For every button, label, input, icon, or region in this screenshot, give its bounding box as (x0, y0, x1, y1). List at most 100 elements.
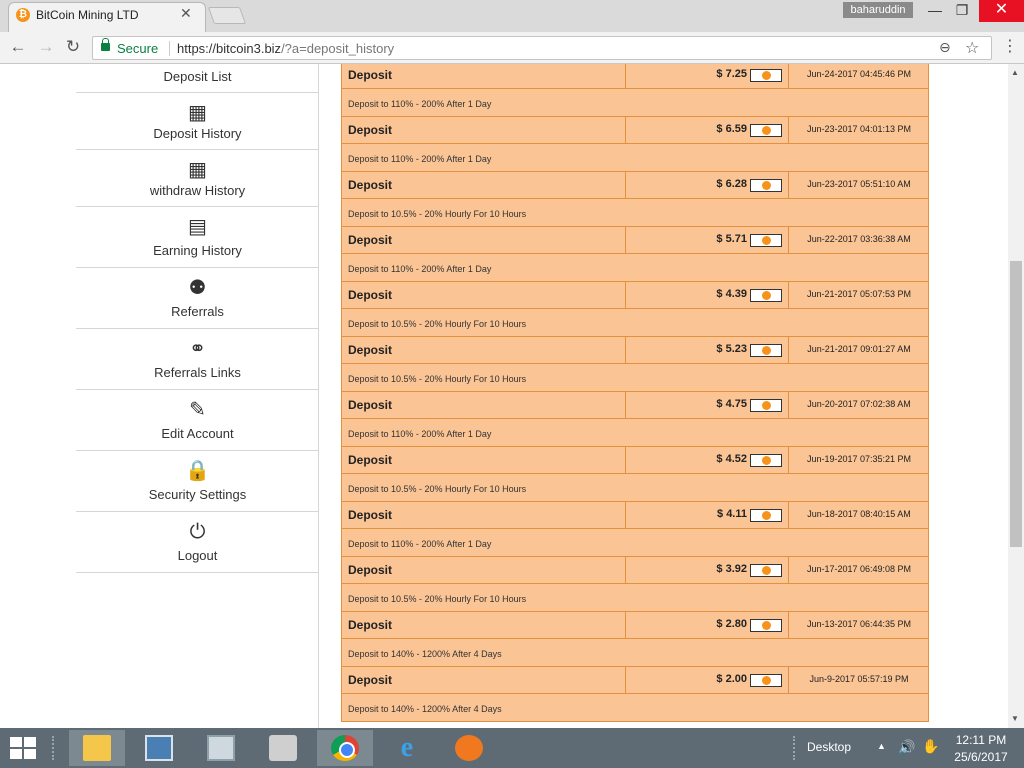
sidebar-item-referrals[interactable]: ⚉ Referrals (76, 268, 319, 329)
sidebar-item-withdraw-history[interactable]: ▦ withdraw History (76, 150, 319, 207)
window-restore-button[interactable]: ❐ (945, 0, 979, 22)
column-divider (625, 667, 626, 694)
deposit-amount: $ 2.00 (716, 673, 747, 685)
performance-app-button[interactable] (193, 730, 249, 766)
deposit-date: Jun-23-2017 04:01:13 PM (806, 124, 912, 134)
profile-badge[interactable]: baharuddin (843, 2, 913, 18)
chrome-icon (331, 735, 359, 761)
menu-icon[interactable]: ⋮ (1002, 39, 1018, 55)
column-divider (625, 557, 626, 584)
table-row-plan: Deposit to 110% - 200% After 1 Day (342, 254, 928, 282)
deposit-type: Deposit (348, 288, 393, 302)
fax-app-button[interactable] (255, 730, 311, 766)
table-row-plan: Deposit to 110% - 200% After 1 Day (342, 529, 928, 557)
table-row-plan: Deposit to 10.5% - 20% Hourly For 10 Hou… (342, 474, 928, 502)
secure-label[interactable]: Secure (117, 41, 158, 56)
url-text[interactable]: https://bitcoin3.biz/?a=deposit_history (177, 41, 394, 56)
sidebar-item-edit-account[interactable]: ✎ Edit Account (76, 390, 319, 451)
explorer-app-button[interactable] (69, 730, 125, 766)
sidebar-item-earning-history[interactable]: ▤ Earning History (76, 207, 319, 268)
page-viewport: Deposit List ▦ Deposit History ▦ withdra… (0, 64, 1008, 728)
sidebar-item-label: Deposit History (153, 126, 242, 141)
table-row-plan: Deposit to 110% - 200% After 1 Day (342, 144, 928, 172)
table-row: Deposit $ 4.11 Jun-18-2017 08:40:15 AM (342, 502, 928, 529)
column-divider (625, 282, 626, 309)
table-row: Deposit $ 5.23 Jun-21-2017 09:01:27 AM (342, 337, 928, 364)
deposit-plan: Deposit to 110% - 200% After 1 Day (348, 429, 492, 439)
table-row-plan: Deposit to 10.5% - 20% Hourly For 10 Hou… (342, 309, 928, 337)
window-close-button[interactable]: ✕ (979, 0, 1024, 22)
table-row-plan: Deposit to 110% - 200% After 1 Day (342, 89, 928, 117)
task-manager-app-button[interactable] (131, 730, 187, 766)
desktop-toolbar-label[interactable]: Desktop (807, 740, 851, 754)
tab-title: BitCoin Mining LTD (36, 8, 139, 22)
bars-app-button[interactable] (441, 730, 497, 766)
star-icon[interactable]: ☆ (965, 38, 979, 58)
hand-tray-icon[interactable]: ✋ (922, 738, 939, 755)
ie-icon: e (400, 732, 414, 763)
table-row: Deposit $ 5.71 Jun-22-2017 03:36:38 AM (342, 227, 928, 254)
sidebar-item-label: withdraw History (149, 183, 246, 198)
bitcoin-icon (750, 289, 782, 302)
volume-icon[interactable]: 🔊 (898, 739, 915, 756)
deposit-type: Deposit (348, 233, 393, 247)
sidebar-item-deposit-history[interactable]: ▦ Deposit History (76, 93, 319, 150)
taskbar-grip[interactable] (52, 736, 56, 760)
scroll-up-arrow-icon[interactable]: ▲ (1011, 68, 1019, 77)
deposit-amount: $ 4.39 (716, 288, 747, 300)
table-row: Deposit $ 6.59 Jun-23-2017 04:01:13 PM (342, 117, 928, 144)
new-tab-button[interactable] (207, 7, 247, 24)
column-divider (625, 227, 626, 254)
url-host: https://bitcoin3.biz (177, 41, 282, 56)
clock-date[interactable]: 25/6/2017 (950, 750, 1012, 764)
sidebar-item-referrals-links[interactable]: ⚭ Referrals Links (76, 329, 319, 390)
deposit-amount: $ 5.71 (716, 233, 747, 245)
sidebar-item-logout[interactable]: ⏻ Logout (76, 512, 319, 573)
deposit-date: Jun-21-2017 05:07:53 PM (806, 289, 912, 299)
deposit-amount: $ 4.75 (716, 398, 747, 410)
table-row-plan: Deposit to 10.5% - 20% Hourly For 10 Hou… (342, 584, 928, 612)
padlock-icon: 🔒 (185, 460, 210, 482)
page-scrollbar[interactable]: ▲ ▼ (1008, 64, 1024, 728)
column-divider (625, 612, 626, 639)
chrome-app-button[interactable] (317, 730, 373, 766)
table-row: Deposit $ 4.75 Jun-20-2017 07:02:38 AM (342, 392, 928, 419)
deposit-type: Deposit (348, 453, 393, 467)
table-row-plan: Deposit to 10.5% - 20% Hourly For 10 Hou… (342, 364, 928, 392)
sidebar-item-label: Referrals (171, 304, 224, 319)
taskbar-grip[interactable] (793, 736, 797, 760)
sidebar-item-security-settings[interactable]: 🔒 Security Settings (76, 451, 319, 512)
deposit-plan: Deposit to 110% - 200% After 1 Day (348, 264, 492, 274)
windows-start-icon[interactable] (10, 737, 36, 759)
reload-icon[interactable]: ↻ (63, 38, 83, 58)
fax-icon (269, 735, 297, 761)
tray-expand-icon[interactable]: ▲ (877, 741, 886, 751)
bitcoin-icon (750, 399, 782, 412)
clock-time[interactable]: 12:11 PM (950, 733, 1012, 747)
bitcoin-icon (750, 344, 782, 357)
table-row-plan: Deposit to 110% - 200% After 1 Day (342, 419, 928, 447)
task-manager-icon (145, 735, 173, 761)
sidebar-item-label: Deposit List (163, 69, 232, 84)
bitcoin-icon (750, 454, 782, 467)
scroll-down-arrow-icon[interactable]: ▼ (1011, 714, 1019, 723)
deposit-date: Jun-13-2017 06:44:35 PM (806, 619, 912, 629)
deposit-type: Deposit (348, 343, 393, 357)
zoom-icon[interactable]: ⊖ (939, 39, 951, 56)
address-bar[interactable]: Secure https://bitcoin3.biz/?a=deposit_h… (92, 36, 992, 60)
sidebar-item-deposit-list[interactable]: Deposit List (76, 64, 319, 93)
deposit-plan: Deposit to 10.5% - 20% Hourly For 10 Hou… (348, 484, 527, 494)
forward-arrow-icon[interactable]: → (36, 38, 56, 58)
url-path: /?a=deposit_history (281, 41, 395, 56)
tab-close-icon[interactable]: ✕ (180, 5, 192, 22)
column-divider (625, 172, 626, 199)
deposit-type: Deposit (348, 68, 393, 82)
back-arrow-icon[interactable]: ← (8, 38, 28, 58)
sidebar-item-label: Edit Account (161, 426, 234, 441)
deposit-type: Deposit (348, 398, 393, 412)
deposit-plan: Deposit to 10.5% - 20% Hourly For 10 Hou… (348, 209, 527, 219)
scroll-thumb[interactable] (1010, 261, 1022, 547)
bitcoin-icon (750, 509, 782, 522)
deposit-date: Jun-18-2017 08:40:15 AM (807, 509, 911, 519)
ie-app-button[interactable]: e (379, 730, 435, 766)
